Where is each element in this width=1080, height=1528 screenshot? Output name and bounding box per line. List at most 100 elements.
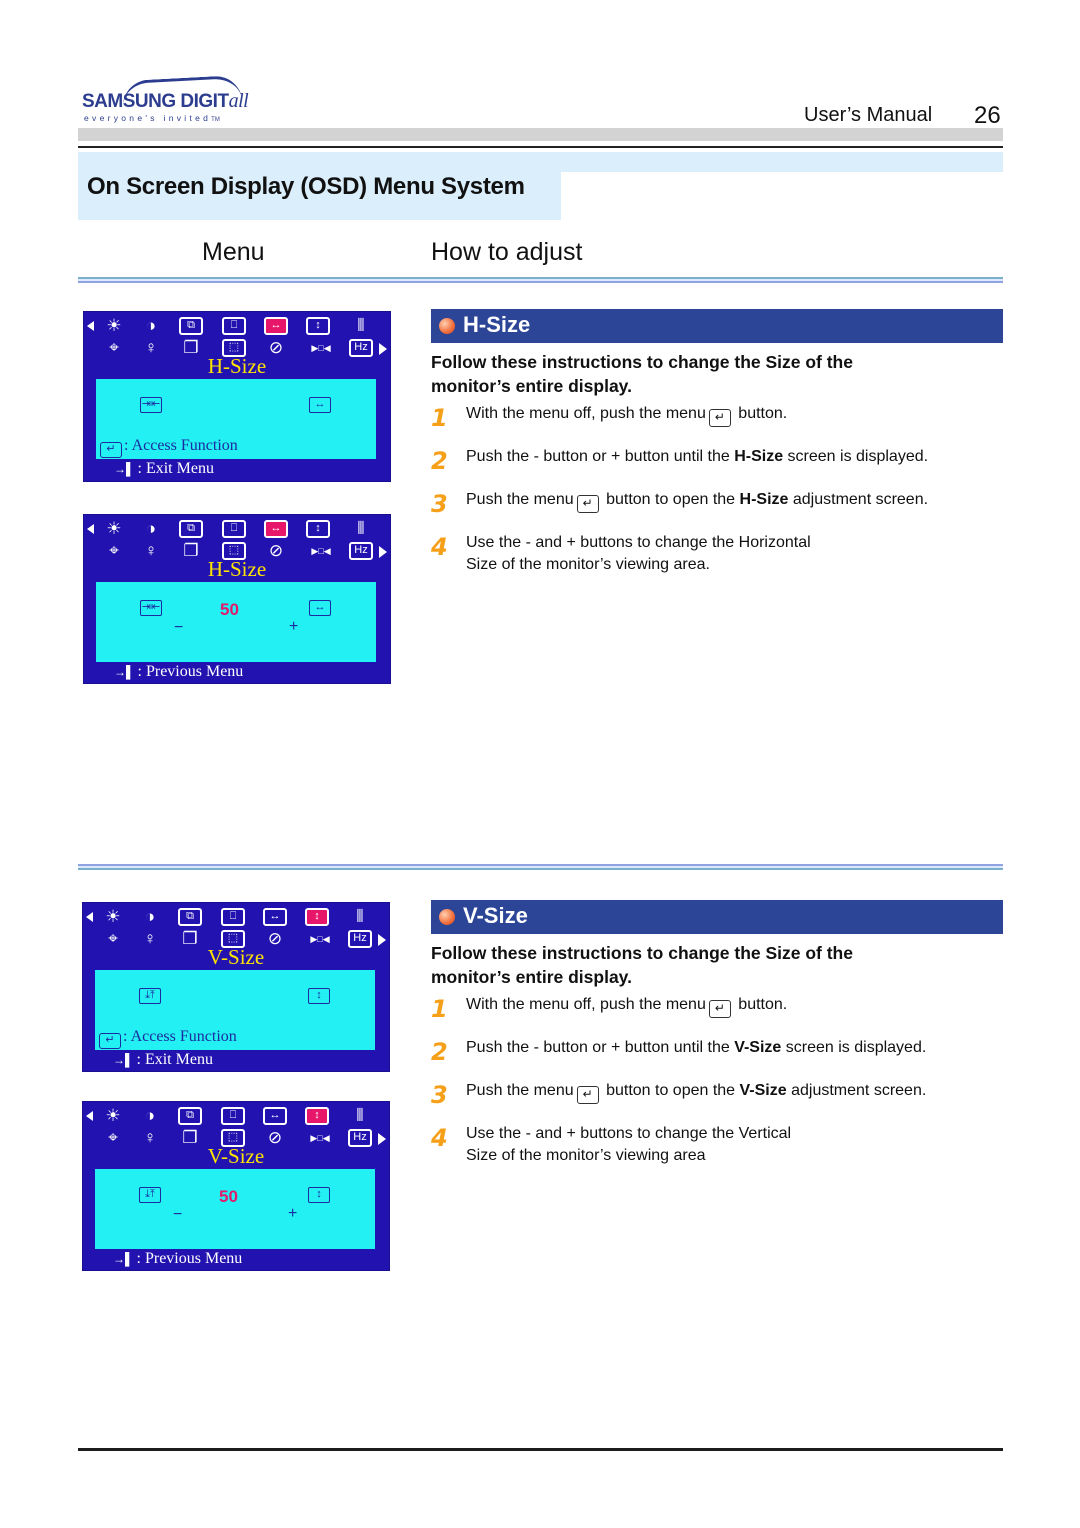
step-text-bold: H-Size — [739, 491, 789, 508]
pincushion-icon[interactable]: ⫴ — [348, 908, 372, 926]
step-number: 2 — [431, 447, 448, 475]
enter-icon: ↵ — [99, 1033, 121, 1049]
v-size-icon[interactable]: ↕ — [306, 317, 330, 335]
osd-left-arrow-icon[interactable] — [86, 912, 93, 922]
pincushion-icon[interactable]: ⫴ — [349, 317, 373, 335]
h-position-icon[interactable]: ⧉ — [178, 1107, 202, 1125]
exit-door-icon: →▌ — [113, 1053, 134, 1067]
step-text: Push the menu ↵ button to open the H-Size… — [466, 489, 1006, 513]
h-size-icon[interactable]: ↔ — [263, 908, 287, 926]
step-line: Size of the monitor’s viewing area — [466, 1147, 706, 1164]
shrink-icon: ⤓⤒ — [139, 988, 161, 1004]
h-position-icon[interactable]: ⧉ — [179, 520, 203, 538]
step-text-pre: Push the menu — [466, 1082, 574, 1099]
step-number: 2 — [431, 1038, 448, 1066]
h-size-icon[interactable]: ↔ — [264, 520, 288, 538]
exit-menu-hint: →▌: Exit Menu — [114, 460, 214, 478]
step-text-bold: V-Size — [734, 1039, 782, 1056]
osd-left-arrow-icon[interactable] — [87, 524, 94, 534]
exit-door-icon: →▌ — [114, 665, 135, 679]
step-text: With the menu off, push the menu ↵ button… — [466, 994, 1006, 1018]
v-position-icon[interactable]: ⎕ — [222, 317, 246, 335]
divider-middle — [78, 864, 1003, 872]
v-position-icon[interactable]: ⎕ — [222, 520, 246, 538]
enter-icon: ↵ — [100, 442, 122, 458]
step-text: Push the - button or + button until the … — [466, 446, 1006, 468]
contrast-icon[interactable]: ◑ — [138, 1107, 162, 1125]
step-line: Use the - and + buttons to change the Ho… — [466, 534, 811, 551]
samsung-logo: SAMSUNG DIGITall everyone's invitedTM — [82, 74, 252, 128]
minus-sign: − — [173, 1206, 183, 1223]
step-line: Size of the monitor’s viewing area. — [466, 556, 710, 573]
manual-label: User’s Manual — [804, 104, 933, 126]
access-function-hint: ↵: Access Function — [99, 1028, 237, 1049]
section-heading: H-Size — [463, 312, 531, 337]
step-number: 1 — [431, 404, 448, 432]
step-text: Push the menu ↵ button to open the V-Size… — [466, 1080, 1006, 1104]
previous-menu-hint: →▌: Previous Menu — [113, 1250, 242, 1268]
step-text-pre: Push the - button or + button until the — [466, 448, 735, 465]
step-text-mid: button to open the — [601, 1082, 740, 1099]
adjust-value: 50 — [220, 600, 239, 619]
section-header-hsize: H-Size — [431, 309, 1003, 343]
step-text-post: button. — [733, 996, 788, 1013]
bullet-ball-icon — [439, 318, 455, 334]
step-text-post: adjustment screen. — [788, 491, 929, 508]
shrink-icon: ⇥⇤ — [140, 600, 162, 616]
instruction-lead: Follow these instructions to change the … — [431, 352, 853, 396]
v-size-icon[interactable]: ↕ — [306, 520, 330, 538]
menu-enter-button-icon: ↵ — [576, 1086, 599, 1104]
osd-title: V-Size — [207, 945, 265, 969]
page-number: 26 — [974, 102, 1001, 129]
brightness-icon[interactable]: ☀ — [102, 317, 126, 335]
osd-left-arrow-icon[interactable] — [86, 1111, 93, 1121]
osd-icon-bar: ☀ ◑ ⧉ ⎕ ↔ ↕ ⫴ ⌖ ♀ ❐ ⬚ ⊘ ▶□◀ Hz — [83, 1102, 389, 1150]
brightness-icon[interactable]: ☀ — [102, 520, 126, 538]
section-title: On Screen Display (OSD) Menu System — [87, 173, 525, 200]
brightness-icon[interactable]: ☀ — [101, 908, 125, 926]
v-size-icon[interactable]: ↕ — [305, 1107, 329, 1125]
plus-sign: + — [289, 618, 299, 635]
h-size-icon[interactable]: ↔ — [263, 1107, 287, 1125]
step-text-pre: With the menu off, push the menu — [466, 996, 706, 1013]
osd-hsize-adjust: ☀ ◑ ⧉ ⎕ ↔ ↕ ⫴ ⌖ ♀ ❐ ⬚ ⊘ ▶□◀ Hz H-Size ⇥⇤ ↔ 50− + →▌: Previo… — [83, 514, 391, 684]
pincushion-icon[interactable]: ⫴ — [349, 520, 373, 538]
step-number: 3 — [431, 490, 448, 518]
v-position-icon[interactable]: ⎕ — [221, 1107, 245, 1125]
h-position-icon[interactable]: ⧉ — [178, 908, 202, 926]
logo-brand-suffix: all — [228, 90, 249, 112]
column-heading-menu: Menu — [202, 238, 265, 266]
exit-menu-label: : Exit Menu — [136, 1051, 213, 1068]
logo-tagline: everyone's invited — [84, 113, 212, 123]
shrink-icon: ⤓⤒ — [139, 1187, 161, 1203]
brightness-icon[interactable]: ☀ — [101, 1107, 125, 1125]
osd-title: V-Size — [207, 1144, 265, 1168]
osd-screen: ⇥⇤ ↔ 50 − + — [96, 582, 376, 662]
bullet-ball-icon — [439, 909, 455, 925]
osd-screen: ⤓⤒ ↕ ↵: Access Function — [95, 970, 375, 1050]
step-text-post: adjustment screen. — [786, 1082, 927, 1099]
plus-sign: + — [288, 1205, 298, 1222]
pincushion-icon[interactable]: ⫴ — [348, 1107, 372, 1125]
divider-top — [78, 277, 1003, 285]
contrast-icon[interactable]: ◑ — [138, 908, 162, 926]
step-text-post: button. — [733, 405, 788, 422]
step-text: Use the - and + buttons to change the Ho… — [466, 532, 1006, 576]
contrast-icon[interactable]: ◑ — [139, 317, 163, 335]
step-text-post: screen is displayed. — [783, 448, 929, 465]
footer-rule — [78, 1448, 1003, 1451]
expand-icon: ↕ — [308, 1187, 330, 1203]
v-position-icon[interactable]: ⎕ — [221, 908, 245, 926]
previous-menu-label: : Previous Menu — [137, 663, 244, 680]
h-size-icon[interactable]: ↔ — [264, 317, 288, 335]
contrast-icon[interactable]: ◑ — [139, 520, 163, 538]
instruction-lead: Follow these instructions to change the … — [431, 943, 853, 987]
h-position-icon[interactable]: ⧉ — [179, 317, 203, 335]
title-corner — [561, 172, 577, 188]
step-text: Use the - and + buttons to change the Ve… — [466, 1123, 1006, 1167]
osd-left-arrow-icon[interactable] — [87, 321, 94, 331]
step-number: 1 — [431, 995, 448, 1023]
v-size-icon[interactable]: ↕ — [305, 908, 329, 926]
exit-menu-hint: →▌: Exit Menu — [113, 1051, 213, 1069]
osd-title: H-Size — [207, 354, 267, 378]
